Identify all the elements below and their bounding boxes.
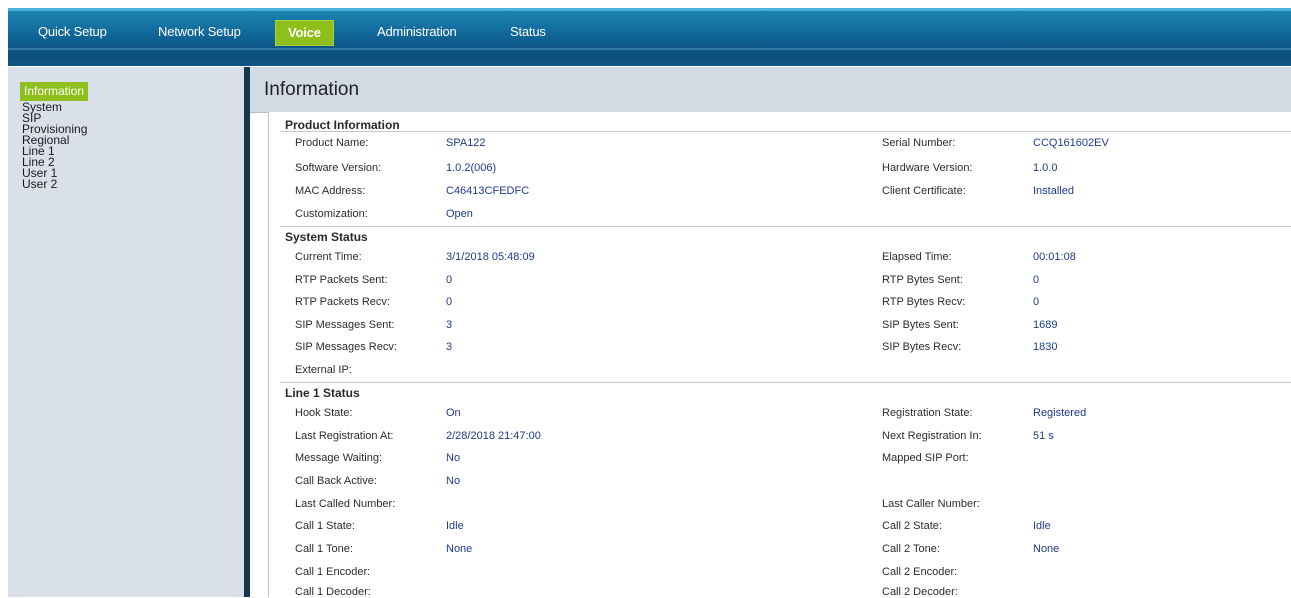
field-label: Registration State: [882,407,973,419]
field-label: Call 2 Decoder: [882,586,958,598]
sidebar-menu: Information System SIP Provisioning Regi… [20,82,89,190]
section-divider [280,226,1291,227]
field-label: RTP Packets Sent: [295,274,388,286]
tab-quick-setup[interactable]: Quick Setup [38,21,107,43]
sidebar-item-user-2[interactable]: User 2 [22,178,88,190]
field-value: No [446,452,461,464]
sidebar-item-information[interactable]: Information [20,82,89,101]
field-value: Idle [1033,520,1051,532]
field-value: 1.0.0 [1033,162,1058,174]
field-value: 0 [446,296,453,308]
section-header-line-1-status: Line 1 Status [285,386,360,400]
field-label: Mapped SIP Port: [882,452,969,464]
field-label: Elapsed Time: [882,251,952,263]
field-value: No [446,475,461,487]
field-value: Idle [446,520,464,532]
field-label: RTP Packets Recv: [295,296,390,308]
info-panel: Product Information Product Name: SPA122… [268,112,1291,598]
field-label: Serial Number: [882,137,956,149]
field-value: 1830 [1033,341,1058,353]
field-label: Client Certificate: [882,185,966,197]
field-value: On [446,407,461,419]
field-label: Customization: [295,208,368,220]
field-label: Call 1 State: [295,520,355,532]
field-label: SIP Bytes Recv: [882,341,962,353]
field-value: SPA122 [446,137,486,149]
tab-administration[interactable]: Administration [377,21,457,43]
field-value: None [446,543,473,555]
page-title-bar: Information [250,67,1291,113]
field-label: Hardware Version: [882,162,973,174]
page-title: Information [264,79,360,100]
field-label: RTP Bytes Recv: [882,296,966,308]
field-label: Software Version: [295,162,382,174]
field-value: 1689 [1033,319,1058,331]
field-label: Next Registration In: [882,430,982,442]
section-divider [280,382,1291,383]
top-navigation-bar: Quick Setup Network Setup Voice Administ… [0,0,1291,67]
field-label: Call 2 Tone: [882,543,940,555]
field-value: Open [446,208,473,220]
field-label: SIP Messages Sent: [295,319,395,331]
field-value: Registered [1033,407,1087,419]
field-value: 3/1/2018 05:48:09 [446,251,535,263]
field-label: Call 1 Tone: [295,543,353,555]
section-header-system-status: System Status [285,230,368,244]
field-value: 0 [1033,296,1040,308]
field-label: Current Time: [295,251,362,263]
field-label: Last Caller Number: [882,498,980,510]
field-label: SIP Bytes Sent: [882,319,959,331]
field-value: 1.0.2(006) [446,162,497,174]
field-label: RTP Bytes Sent: [882,274,963,286]
field-value: CCQ161602EV [1033,137,1109,149]
field-label: Last Registration At: [295,430,394,442]
field-label: MAC Address: [295,185,366,197]
field-label: Call 1 Encoder: [295,566,371,578]
field-value: 51 s [1033,430,1054,442]
tab-voice[interactable]: Voice [275,20,334,46]
field-label: Hook State: [295,407,353,419]
section-divider [280,131,1291,132]
field-label: Call Back Active: [295,475,377,487]
field-value: Installed [1033,185,1074,197]
field-value: 0 [1033,274,1040,286]
sidebar: Information System SIP Provisioning Regi… [8,67,244,597]
tab-status[interactable]: Status [510,21,546,43]
tab-network-setup[interactable]: Network Setup [158,21,241,43]
field-value: 00:01:08 [1033,251,1076,263]
field-value: C46413CFEDFC [446,185,530,197]
field-label: Message Waiting: [295,452,383,464]
field-label: Last Called Number: [295,498,396,510]
field-value: 0 [446,274,453,286]
section-header-product-information: Product Information [285,118,400,132]
field-value: 2/28/2018 21:47:00 [446,430,541,442]
field-value: 3 [446,319,453,331]
field-value: 3 [446,341,453,353]
main-content: Information Product Information Product … [250,67,1291,598]
field-label: Call 2 Encoder: [882,566,958,578]
field-label: Product Name: [295,137,369,149]
field-label: Call 1 Decoder: [295,586,371,598]
field-label: Call 2 State: [882,520,942,532]
field-label: External IP: [295,364,352,376]
field-value: None [1033,543,1060,555]
field-label: SIP Messages Recv: [295,341,397,353]
